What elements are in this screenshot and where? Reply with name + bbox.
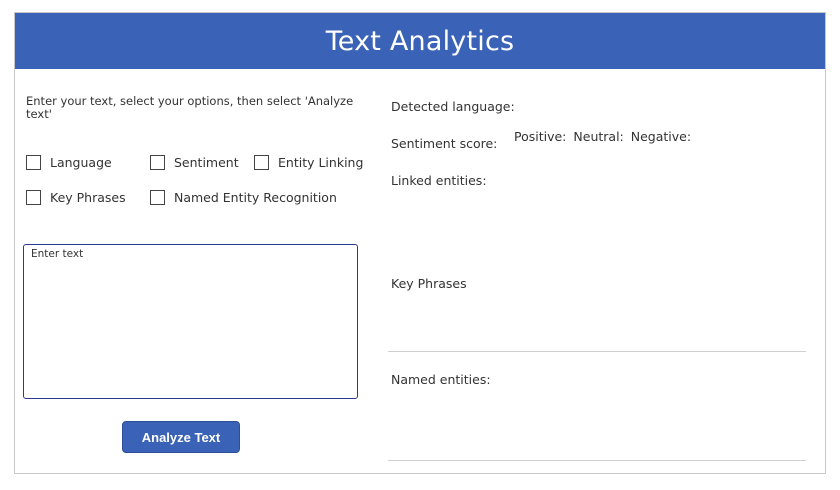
key-phrases-checkbox[interactable] bbox=[26, 190, 41, 205]
sentiment-score-label: Sentiment score: bbox=[391, 136, 498, 151]
option-language[interactable]: Language bbox=[26, 155, 112, 170]
option-key-phrases[interactable]: Key Phrases bbox=[26, 190, 126, 205]
app-title: Text Analytics bbox=[325, 25, 515, 57]
sentiment-label: Sentiment bbox=[174, 155, 239, 170]
results-divider-top bbox=[388, 351, 806, 352]
analyze-text-button[interactable]: Analyze Text bbox=[122, 421, 240, 453]
instructions-text: Enter your text, select your options, th… bbox=[26, 94, 354, 121]
positive-label: Positive: bbox=[514, 129, 567, 144]
results-divider-bottom bbox=[388, 460, 806, 461]
sentiment-checkbox[interactable] bbox=[150, 155, 165, 170]
named-entities-label: Named entities: bbox=[391, 372, 491, 387]
named-entity-recognition-label: Named Entity Recognition bbox=[174, 190, 337, 205]
language-label: Language bbox=[50, 155, 112, 170]
option-entity-linking[interactable]: Entity Linking bbox=[254, 155, 363, 170]
detected-language-label: Detected language: bbox=[391, 99, 515, 114]
linked-entities-label: Linked entities: bbox=[391, 173, 487, 188]
named-entity-recognition-checkbox[interactable] bbox=[150, 190, 165, 205]
text-analytics-app: Text Analytics Enter your text, select y… bbox=[14, 12, 826, 474]
option-named-entity-recognition[interactable]: Named Entity Recognition bbox=[150, 190, 337, 205]
sentiment-breakdown: Positive: Neutral: Negative: bbox=[514, 129, 691, 144]
key-phrases-label: Key Phrases bbox=[50, 190, 126, 205]
neutral-label: Neutral: bbox=[573, 129, 624, 144]
negative-label: Negative: bbox=[630, 129, 692, 144]
language-checkbox[interactable] bbox=[26, 155, 41, 170]
text-input[interactable] bbox=[23, 244, 358, 399]
key-phrases-result-label: Key Phrases bbox=[391, 276, 467, 291]
entity-linking-checkbox[interactable] bbox=[254, 155, 269, 170]
option-sentiment[interactable]: Sentiment bbox=[150, 155, 239, 170]
entity-linking-label: Entity Linking bbox=[278, 155, 364, 170]
app-header: Text Analytics bbox=[15, 13, 825, 69]
